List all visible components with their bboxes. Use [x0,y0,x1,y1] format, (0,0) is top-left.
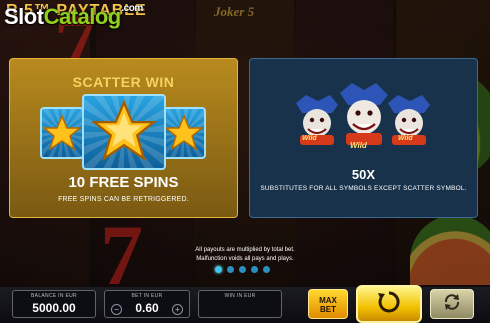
win-display: WIN IN EUR [198,290,282,318]
balance-display: BALANCE IN EUR 5000.00 [12,290,96,318]
page-dot[interactable] [215,266,222,273]
page-dot[interactable] [227,266,234,273]
joker-wild-icon: Wild Wild Wild [288,81,438,153]
scatter-tile [40,107,84,159]
scatter-panel: SCATTER WIN 10 FREE SPINS FREE SPINS CAN… [9,58,238,218]
balance-label: BALANCE IN EUR [31,293,77,299]
spin-button[interactable] [356,285,422,323]
page-dot[interactable] [251,266,258,273]
max-bet-label: BET [320,305,336,314]
balance-value: 5000.00 [32,301,76,315]
bet-label: BET IN EUR [131,293,163,299]
bet-increase-button[interactable]: + [172,304,183,315]
wild-description: SUBSTITUTES FOR ALL SYMBOLS EXCEPT SCATT… [260,185,467,192]
page-indicator [215,266,270,273]
page-dot[interactable] [239,266,246,273]
wild-panel: Wild Wild Wild 50X SUBSTITUTES FOR ALL S… [249,58,478,218]
page-dot[interactable] [263,266,270,273]
star-icon [42,109,82,157]
bet-display: BET IN EUR − 0.60 + [104,290,190,318]
max-bet-button[interactable]: MAX BET [308,289,348,319]
wild-multiplier: 50X [351,167,376,182]
free-spins-note: FREE SPINS CAN BE RETRIGGERED. [58,196,189,203]
win-label: WIN IN EUR [224,293,256,299]
wild-label: Wild [398,135,413,142]
payout-footnote: All payouts are multiplied by total bet. [195,247,295,253]
watermark-logo: SlotCatalog .com [4,3,143,29]
free-spins-count: 10 FREE SPINS [68,174,179,191]
malfunction-footnote: Malfunction voids all pays and plays. [196,256,294,262]
wild-label: Wild [350,141,367,150]
scatter-tile-main [82,94,166,170]
max-bet-label: MAX [319,296,337,305]
autoplay-button[interactable] [430,289,474,319]
scatter-title: SCATTER WIN [72,74,175,90]
star-icon [84,96,164,168]
scatter-tile [162,107,206,159]
autoplay-icon [442,292,462,317]
spin-icon [376,289,402,320]
star-icon [164,109,204,157]
wild-label: Wild [302,135,317,142]
reel-game-title: Joker 5 [214,4,255,19]
